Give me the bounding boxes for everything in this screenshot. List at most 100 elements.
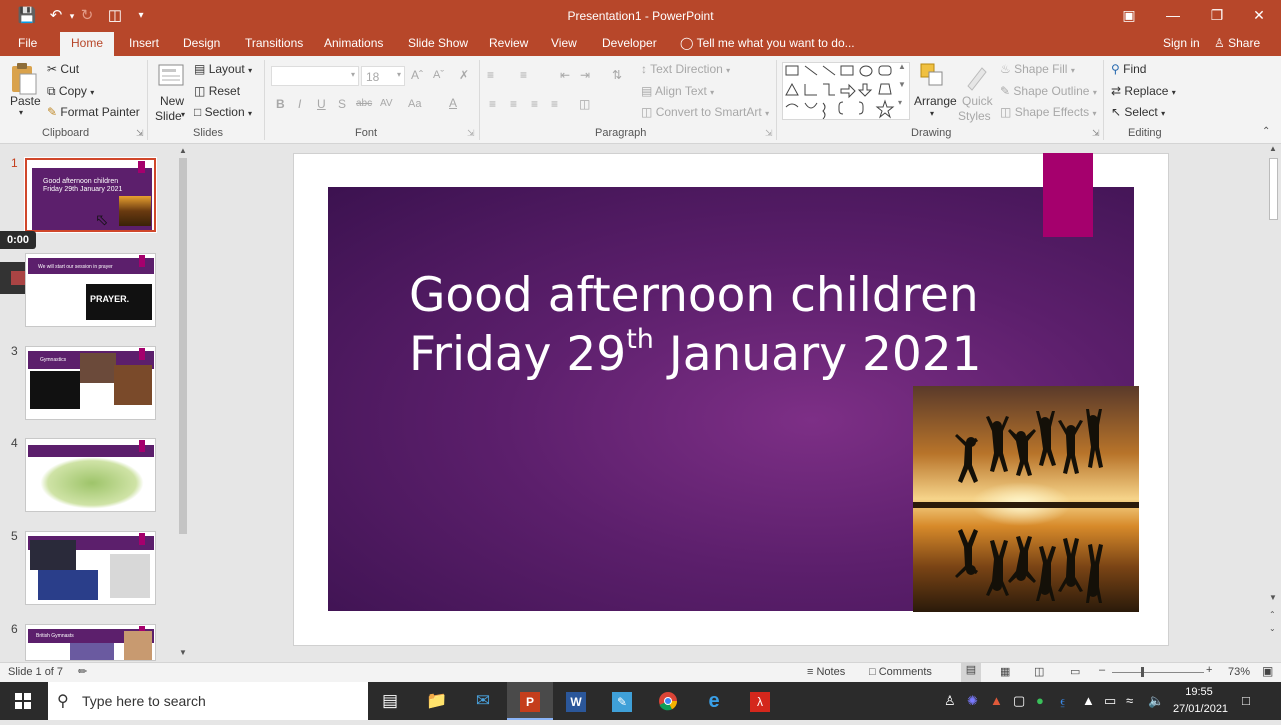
numbering-icon[interactable]: ≡ bbox=[520, 68, 527, 82]
increase-indent-icon[interactable]: ⇥ bbox=[580, 68, 590, 82]
bold-button[interactable]: B bbox=[276, 97, 285, 111]
layout-button[interactable]: ▤ Layout ▾ bbox=[194, 62, 252, 76]
shapes-more-icon[interactable]: ▾ bbox=[898, 98, 902, 107]
align-right-icon[interactable]: ≡ bbox=[531, 97, 538, 111]
new-slide-icon[interactable] bbox=[157, 62, 185, 92]
underline-button[interactable]: U bbox=[317, 97, 326, 111]
quick-styles-label-2[interactable]: Styles bbox=[958, 109, 991, 123]
format-painter-button[interactable]: ✎ Format Painter bbox=[47, 105, 140, 119]
speaker-icon[interactable]: 🔈 bbox=[1148, 693, 1164, 709]
decrease-indent-icon[interactable]: ⇤ bbox=[560, 68, 570, 82]
shapes-gallery[interactable] bbox=[782, 62, 910, 120]
tab-transitions[interactable]: Transitions bbox=[245, 36, 303, 50]
slide-title[interactable]: Good afternoon children Friday 29th Janu… bbox=[409, 266, 982, 384]
tab-animations[interactable]: Animations bbox=[324, 36, 383, 50]
font-color-button[interactable]: A bbox=[449, 96, 457, 110]
thumbnail-scrollbar[interactable]: ▲ ▼ bbox=[177, 146, 189, 660]
comments-button[interactable]: □ Comments bbox=[869, 666, 932, 678]
tab-file[interactable]: File bbox=[18, 36, 37, 50]
zoom-slider-track[interactable] bbox=[1112, 672, 1204, 673]
scroll-up-icon[interactable]: ▲ bbox=[179, 146, 187, 155]
tab-home[interactable]: Home bbox=[60, 32, 115, 56]
arrange-button[interactable]: Arrange bbox=[914, 94, 957, 108]
slide-show-icon[interactable]: ▭ bbox=[1070, 665, 1080, 678]
bluetooth-icon[interactable]: ⍷ bbox=[1059, 693, 1067, 709]
clear-formatting-icon[interactable]: ✗ bbox=[459, 68, 469, 82]
shrink-font-icon[interactable]: Aˇ bbox=[433, 69, 444, 81]
paste-button[interactable]: Paste bbox=[10, 94, 41, 108]
sunset-jumping-people-photo[interactable] bbox=[913, 386, 1139, 612]
notepad-taskbar-icon[interactable]: ✎ bbox=[599, 682, 645, 720]
line-spacing-icon[interactable]: ⇅ bbox=[612, 68, 622, 82]
change-case-button[interactable]: Aa bbox=[408, 98, 421, 110]
wifi-icon[interactable]: ≈ bbox=[1126, 693, 1133, 708]
tab-design[interactable]: Design bbox=[183, 36, 220, 50]
collapse-ribbon-icon[interactable]: ⌃ bbox=[1262, 126, 1270, 137]
fit-to-window-icon[interactable]: ▣ bbox=[1262, 664, 1273, 678]
font-name-box[interactable] bbox=[271, 66, 359, 86]
quick-styles-icon[interactable] bbox=[962, 62, 992, 92]
convert-smartart-button[interactable]: ◫ Convert to SmartArt ▾ bbox=[641, 105, 769, 119]
drawing-launcher-icon[interactable]: ⇲ bbox=[1092, 128, 1100, 139]
minimize-button[interactable]: — bbox=[1151, 0, 1195, 32]
replace-button[interactable]: ⇄ Replace ▾ bbox=[1111, 84, 1176, 98]
reset-button[interactable]: ◫ Reset bbox=[194, 84, 240, 98]
section-button[interactable]: □ Section ▾ bbox=[194, 105, 252, 119]
tray-people-icon[interactable]: ♙ bbox=[944, 693, 956, 709]
font-name-dropdown-icon[interactable]: ▾ bbox=[351, 70, 355, 79]
tab-insert[interactable]: Insert bbox=[129, 36, 159, 50]
next-slide-icon[interactable]: ⌄ bbox=[1269, 624, 1276, 633]
character-spacing-button[interactable]: AV bbox=[380, 98, 393, 109]
chrome-taskbar-icon[interactable] bbox=[645, 682, 691, 720]
edge-taskbar-icon[interactable]: e bbox=[691, 682, 737, 720]
tell-me-search[interactable]: ◯ Tell me what you want to do... bbox=[680, 36, 855, 50]
taskbar-date[interactable]: 27/01/2021 bbox=[1173, 703, 1228, 715]
slide-thumbnail-1[interactable]: Good afternoon children Friday 29th Janu… bbox=[24, 157, 157, 233]
grow-font-icon[interactable]: Aˆ bbox=[411, 68, 423, 82]
tab-view[interactable]: View bbox=[551, 36, 577, 50]
paragraph-launcher-icon[interactable]: ⇲ bbox=[765, 128, 773, 139]
windows-start-button[interactable] bbox=[0, 682, 46, 720]
slide-thumbnail-2[interactable]: We will start our session in prayer PRAY… bbox=[25, 253, 156, 327]
normal-view-icon[interactable]: ▤ bbox=[961, 663, 981, 682]
paste-dropdown-icon[interactable]: ▾ bbox=[19, 108, 23, 117]
new-slide-dropdown-icon[interactable]: ▾ bbox=[181, 110, 185, 119]
arrange-dropdown-icon[interactable]: ▾ bbox=[930, 109, 934, 118]
new-slide-label-1[interactable]: New bbox=[160, 94, 184, 108]
text-direction-button[interactable]: ↕ Text Direction ▾ bbox=[641, 62, 730, 76]
shapes-scroll-down-icon[interactable]: ▼ bbox=[898, 80, 906, 89]
cut-button[interactable]: ✂ Cut bbox=[47, 62, 79, 76]
close-button[interactable]: ✕ bbox=[1237, 0, 1281, 32]
align-center-icon[interactable]: ≡ bbox=[510, 97, 517, 111]
font-size-dropdown-icon[interactable]: ▾ bbox=[397, 70, 401, 79]
scroll-down-icon[interactable]: ▼ bbox=[1269, 593, 1277, 602]
zoom-level[interactable]: 73% bbox=[1228, 666, 1250, 678]
powerpoint-taskbar-icon[interactable]: P bbox=[507, 682, 553, 720]
font-launcher-icon[interactable]: ⇲ bbox=[467, 128, 475, 139]
justify-icon[interactable]: ≡ bbox=[551, 97, 558, 111]
copy-button[interactable]: ⧉ Copy ▾ bbox=[47, 84, 94, 99]
find-button[interactable]: ⚲ Find bbox=[1111, 62, 1146, 76]
align-text-button[interactable]: ▤ Align Text ▾ bbox=[641, 84, 714, 98]
previous-slide-icon[interactable]: ⌃ bbox=[1269, 610, 1276, 619]
battery-icon[interactable]: ▭ bbox=[1104, 693, 1116, 709]
notes-button[interactable]: ≡ Notes bbox=[807, 666, 845, 678]
restore-button[interactable]: ❐ bbox=[1195, 0, 1239, 32]
ribbon-display-options-icon[interactable]: ▣ bbox=[1107, 0, 1151, 32]
select-button[interactable]: ↖ Select ▾ bbox=[1111, 105, 1165, 119]
zoom-slider-thumb[interactable] bbox=[1141, 667, 1144, 677]
shapes-scroll-up-icon[interactable]: ▲ bbox=[898, 62, 906, 71]
quick-styles-label-1[interactable]: Quick bbox=[962, 94, 993, 108]
shadow-button[interactable]: S bbox=[338, 97, 346, 111]
scroll-down-icon[interactable]: ▼ bbox=[179, 648, 187, 657]
scroll-thumb[interactable] bbox=[1269, 158, 1278, 220]
bullets-icon[interactable]: ≡ bbox=[487, 68, 494, 82]
sign-in-link[interactable]: Sign in bbox=[1163, 36, 1200, 50]
clipboard-launcher-icon[interactable]: ⇲ bbox=[136, 128, 144, 139]
scroll-up-icon[interactable]: ▲ bbox=[1269, 144, 1277, 153]
spell-check-icon[interactable]: ✏ bbox=[78, 665, 87, 678]
tray-box-icon[interactable]: ▢ bbox=[1013, 693, 1025, 709]
tray-volume-mixer-icon[interactable]: ▲ bbox=[1082, 693, 1095, 708]
zoom-out-button[interactable]: – bbox=[1099, 664, 1105, 676]
notifications-icon[interactable]: □ bbox=[1242, 693, 1250, 708]
